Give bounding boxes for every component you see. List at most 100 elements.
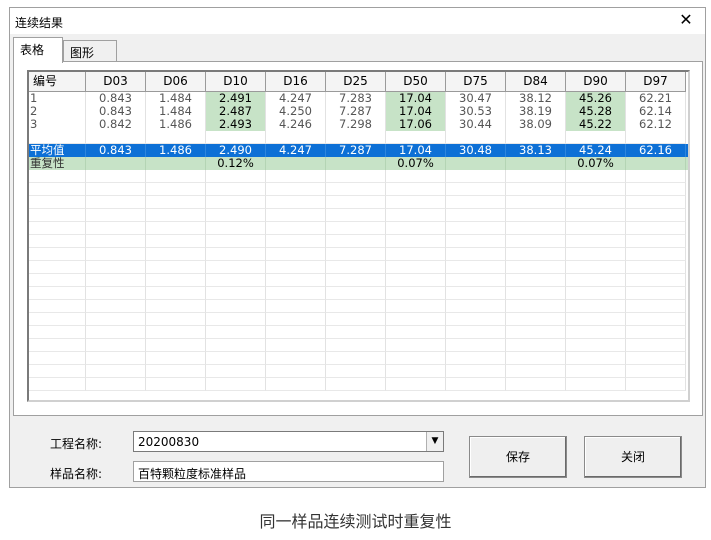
column-header-d10[interactable]: D10 xyxy=(206,72,266,92)
table-cell xyxy=(326,170,386,183)
table-cell xyxy=(206,378,266,391)
table-cell xyxy=(566,274,626,287)
table-cell xyxy=(566,222,626,235)
chevron-down-icon[interactable]: ▼ xyxy=(426,432,443,451)
table-cell xyxy=(506,339,566,352)
column-header-d06[interactable]: D06 xyxy=(146,72,206,92)
table-cell xyxy=(506,378,566,391)
tab-table[interactable]: 表格 xyxy=(13,37,63,63)
table-cell xyxy=(29,365,86,378)
column-header-d16[interactable]: D16 xyxy=(266,72,326,92)
table-cell xyxy=(29,196,86,209)
table-cell xyxy=(266,326,326,339)
table-cell xyxy=(86,300,146,313)
table-row-empty[interactable] xyxy=(29,326,688,339)
table-cell xyxy=(146,352,206,365)
table-cell xyxy=(146,222,206,235)
table-cell xyxy=(146,196,206,209)
table-row-empty[interactable] xyxy=(29,248,688,261)
table-cell: 30.44 xyxy=(446,118,506,131)
column-header-d97[interactable]: D97 xyxy=(626,72,686,92)
table-cell xyxy=(29,287,86,300)
table-cell xyxy=(266,235,326,248)
table-row-empty[interactable] xyxy=(29,352,688,365)
table-row-empty[interactable] xyxy=(29,183,688,196)
table-cell xyxy=(506,183,566,196)
sample-name-input[interactable]: 百特颗粒度标准样品 xyxy=(133,461,444,482)
column-header-d90[interactable]: D90 xyxy=(566,72,626,92)
table-row-empty[interactable] xyxy=(29,170,688,183)
column-header-d84[interactable]: D84 xyxy=(506,72,566,92)
table-cell xyxy=(326,274,386,287)
table-cell xyxy=(506,222,566,235)
table-cell: 1.486 xyxy=(146,144,206,157)
table-cell: 38.09 xyxy=(506,118,566,131)
table-cell xyxy=(446,300,506,313)
table-cell xyxy=(86,352,146,365)
column-header-d03[interactable]: D03 xyxy=(86,72,146,92)
table-row-empty[interactable] xyxy=(29,261,688,274)
table-cell xyxy=(386,222,446,235)
table-row-empty[interactable] xyxy=(29,300,688,313)
table-cell xyxy=(86,222,146,235)
table-row-empty[interactable] xyxy=(29,287,688,300)
table-cell xyxy=(626,170,686,183)
table-cell xyxy=(386,378,446,391)
table-row-empty[interactable] xyxy=(29,196,688,209)
table-row-repeatability[interactable]: 重复性 0.12% 0.07% 0.07% xyxy=(29,157,688,170)
table-cell xyxy=(506,365,566,378)
table-cell xyxy=(566,339,626,352)
table-cell xyxy=(566,196,626,209)
table-cell xyxy=(386,339,446,352)
table-cell xyxy=(326,287,386,300)
table-cell xyxy=(326,300,386,313)
table-row-empty[interactable] xyxy=(29,235,688,248)
table-cell xyxy=(566,248,626,261)
table-cell xyxy=(386,170,446,183)
table-cell xyxy=(626,300,686,313)
table-cell xyxy=(566,365,626,378)
column-header-d25[interactable]: D25 xyxy=(326,72,386,92)
table-cell: 0.842 xyxy=(86,118,146,131)
table-cell xyxy=(86,287,146,300)
table-cell xyxy=(626,352,686,365)
table-row-empty[interactable] xyxy=(29,339,688,352)
project-name-label: 工程名称: xyxy=(50,437,103,451)
table-cell xyxy=(506,313,566,326)
table-cell xyxy=(626,287,686,300)
table-cell xyxy=(29,222,86,235)
table-cell xyxy=(446,365,506,378)
column-header-d50[interactable]: D50 xyxy=(386,72,446,92)
table-cell xyxy=(326,313,386,326)
column-header-编号[interactable]: 编号 xyxy=(29,72,86,92)
table-row-empty[interactable] xyxy=(29,274,688,287)
table-cell xyxy=(86,196,146,209)
table-cell: 4.247 xyxy=(266,144,326,157)
table-row-empty[interactable] xyxy=(29,365,688,378)
table-row-empty[interactable] xyxy=(29,222,688,235)
table-row[interactable]: 3 0.842 1.486 2.493 4.246 7.298 17.06 30.44 38.0… xyxy=(29,118,688,131)
table-cell xyxy=(446,287,506,300)
column-header-d75[interactable]: D75 xyxy=(446,72,506,92)
table-cell xyxy=(626,235,686,248)
table-row-empty[interactable] xyxy=(29,378,688,391)
table-cell xyxy=(506,196,566,209)
close-button[interactable]: 关闭 xyxy=(584,436,682,478)
table-cell xyxy=(146,287,206,300)
results-grid[interactable]: 编号 D03 D06 D10 D16 D25 D50 D75 D84 D90 D97 1 0.843 1… xyxy=(27,70,690,402)
table-row-empty[interactable] xyxy=(29,209,688,222)
tab-chart[interactable]: 图形 xyxy=(63,40,117,62)
project-name-select[interactable]: 20200830 ▼ xyxy=(133,431,444,452)
table-cell xyxy=(446,235,506,248)
table-cell xyxy=(446,313,506,326)
close-icon[interactable]: ✕ xyxy=(677,11,695,29)
save-button[interactable]: 保存 xyxy=(469,436,567,478)
table-cell xyxy=(446,170,506,183)
table-cell: 0.07% xyxy=(386,157,446,170)
table-cell xyxy=(446,183,506,196)
table-cell xyxy=(146,235,206,248)
table-cell xyxy=(566,378,626,391)
table-row-empty[interactable] xyxy=(29,313,688,326)
table-cell xyxy=(446,196,506,209)
table-cell xyxy=(326,222,386,235)
